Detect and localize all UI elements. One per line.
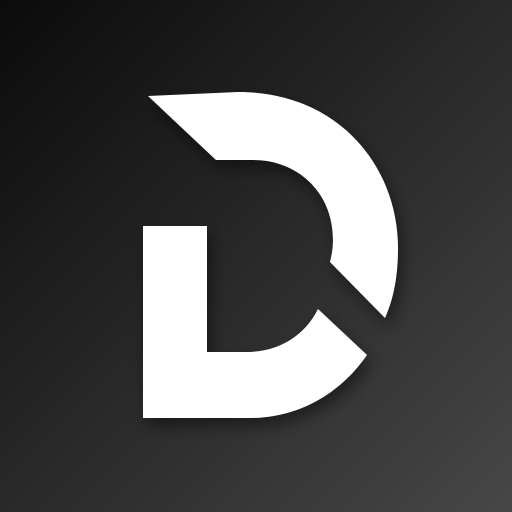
app-icon — [0, 0, 512, 512]
icon-background — [0, 0, 512, 512]
app-icon-svg — [0, 0, 512, 512]
